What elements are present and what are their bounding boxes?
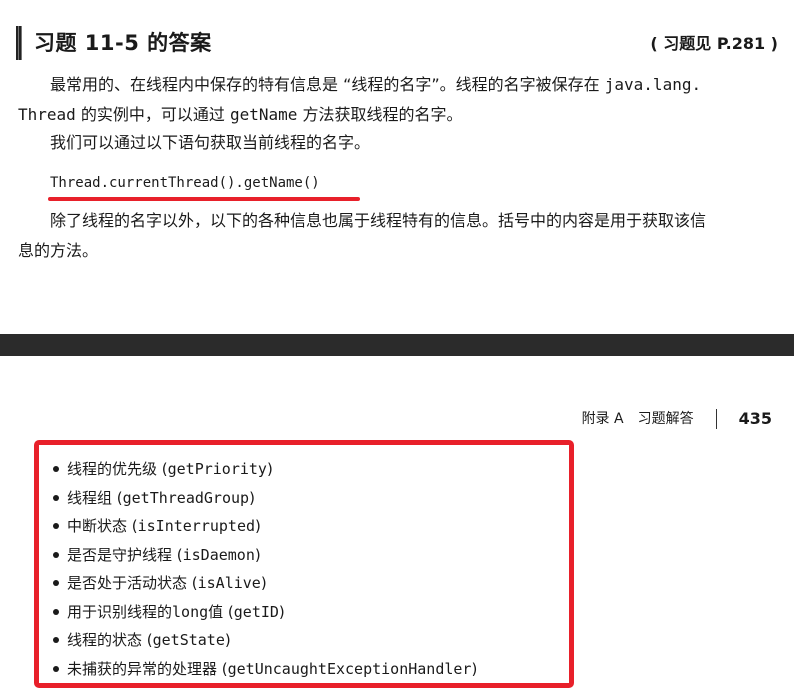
bullet-icon xyxy=(53,580,59,587)
code-underline-highlight xyxy=(48,197,360,201)
paragraph-3-line-2: 息的方法。 xyxy=(18,241,99,260)
paragraph-1-line-1: 最常用的、在线程内中保存的特有信息是 “线程的名字”。线程的名字被保存在 jav… xyxy=(18,70,794,100)
list-item: 中断状态 ( isInterrupted ) xyxy=(53,512,569,541)
bullet-icon xyxy=(53,637,59,644)
exercise-reference: ( 习题见 P.281 ) xyxy=(650,34,778,53)
bullet-icon xyxy=(53,523,59,530)
paragraph-1-text-a: 最常用的、在线程内中保存的特有信息是 “线程的名字”。线程的名字被保存在 xyxy=(50,75,605,94)
bullet-icon xyxy=(53,466,59,473)
running-header-separator xyxy=(715,409,717,429)
paragraph-1-text-b: 的实例中，可以通过 xyxy=(75,105,230,124)
running-header-label: 附录 A 习题解答 xyxy=(581,411,694,427)
section-title: 习题 11-5 的答案 xyxy=(34,31,212,55)
page-divider-band xyxy=(0,334,794,356)
heading-marker-bar xyxy=(16,26,22,60)
paragraph-1-code-c: getName xyxy=(229,105,298,124)
page-number: 435 xyxy=(738,409,772,428)
thread-info-list: 线程的优先级 ( getPriority ) 线程组 ( getThreadGr… xyxy=(39,445,569,683)
list-item: 线程组 ( getThreadGroup ) xyxy=(53,484,569,513)
list-item: 是否是守护线程 ( isDaemon ) xyxy=(53,541,569,570)
highlighted-list-box: 线程的优先级 ( getPriority ) 线程组 ( getThreadGr… xyxy=(34,440,574,688)
top-page: 习题 11-5 的答案 ( 习题见 P.281 ) 最常用的、在线程内中保存的特… xyxy=(0,0,794,334)
list-item: 是否处于活动状态 ( isAlive ) xyxy=(53,569,569,598)
paragraph-1-code-a: java.lang. xyxy=(604,75,702,94)
paragraph-1-code-b: Thread xyxy=(18,105,76,124)
bullet-icon xyxy=(53,551,59,558)
bullet-icon xyxy=(53,494,59,501)
bullet-icon xyxy=(53,665,59,672)
running-header: 附录 A 习题解答 435 xyxy=(582,404,772,434)
list-item: 未捕获的异常的处理器 ( getUncaughtExceptionHandler… xyxy=(53,655,569,684)
paragraph-1-text-c: 方法获取线程的名字。 xyxy=(297,105,463,124)
list-item: 用于识别线程的 long 值 ( getID ) xyxy=(53,598,569,627)
paragraph-3-line-1: 除了线程的名字以外，以下的各种信息也属于线程特有的信息。括号中的内容是用于获取该… xyxy=(50,211,707,230)
code-snippet: Thread.currentThread().getName() xyxy=(50,175,320,191)
bullet-icon xyxy=(53,608,59,615)
list-item: 线程的优先级 ( getPriority ) xyxy=(53,455,569,484)
paragraph-1-line-2: Thread 的实例中，可以通过 getName 方法获取线程的名字。 xyxy=(18,100,778,130)
paragraph-2: 我们可以通过以下语句获取当前线程的名字。 xyxy=(50,133,371,152)
list-item: 线程的状态 ( getState ) xyxy=(53,626,569,655)
